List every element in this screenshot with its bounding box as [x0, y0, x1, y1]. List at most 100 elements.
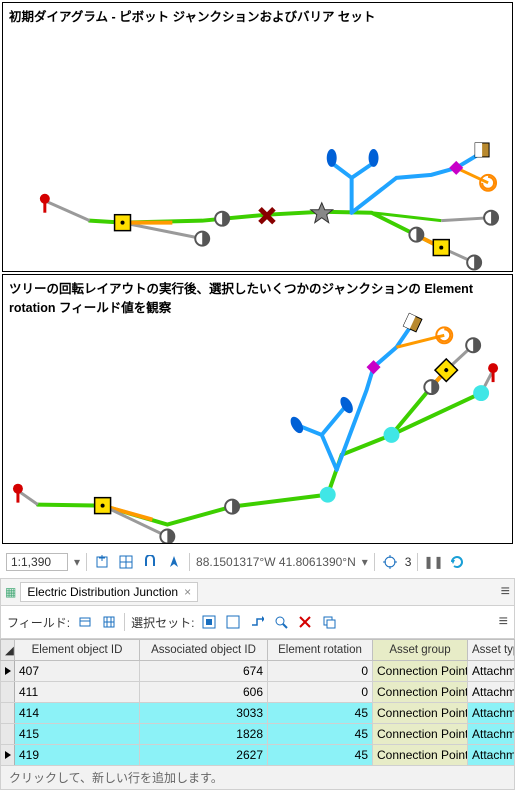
cell-aoid[interactable]: 1828: [140, 724, 268, 745]
cell-agroup[interactable]: Connection Point: [373, 682, 468, 703]
selection-target-icon[interactable]: [381, 553, 399, 571]
copy-selection-icon[interactable]: [320, 613, 338, 631]
switch-selection-icon[interactable]: [248, 613, 266, 631]
separator: [374, 553, 375, 571]
cell-erot[interactable]: 45: [268, 703, 373, 724]
table-row[interactable]: 415182845Connection PointAttachment: [1, 724, 515, 745]
table-add-row-hint[interactable]: クリックして、新しい行を追加します。: [0, 766, 515, 790]
tab-label: Electric Distribution Junction: [27, 585, 178, 599]
attribute-table-tabs: ▦ Electric Distribution Junction × ≡: [0, 579, 515, 606]
blue-cap-1: [288, 415, 306, 436]
cell-eoid[interactable]: 415: [15, 724, 140, 745]
gray-spur-2: [45, 201, 90, 221]
cell-atype[interactable]: Attachment: [468, 745, 515, 766]
half-circle-1: [160, 530, 174, 543]
selection-set-label: 選択セット:: [131, 614, 194, 631]
gray-spur-1: [18, 491, 38, 505]
grid-toggle-icon[interactable]: [117, 553, 135, 571]
brown-panel-icon: [475, 143, 489, 157]
add-bookmark-icon[interactable]: [93, 553, 111, 571]
cell-atype[interactable]: Attachment: [468, 724, 515, 745]
table-row[interactable]: 4076740Connection PointAttachment: [1, 661, 515, 682]
clear-selection-icon[interactable]: [224, 613, 242, 631]
field-label: フィールド:: [7, 614, 70, 631]
half-circle-2: [215, 212, 229, 226]
pivot-star-icon: [311, 203, 333, 223]
coordinates-readout: 88.1501317°W 41.8061390°N: [196, 555, 356, 569]
zoom-selection-icon[interactable]: [272, 613, 290, 631]
half-circle-3: [409, 228, 423, 242]
cell-aoid[interactable]: 606: [140, 682, 268, 703]
cell-eoid[interactable]: 411: [15, 682, 140, 703]
cell-agroup[interactable]: Connection Point: [373, 745, 468, 766]
map-status-bar: 1:1,390 ▾ 88.1501317°W 41.8061390°N ▾ 3 …: [0, 546, 515, 579]
cell-atype[interactable]: Attachment: [468, 682, 515, 703]
scale-dropdown-icon[interactable]: ▾: [74, 555, 80, 569]
diagram-panel-rotated: ツリーの回転レイアウトの実行後、選択したいくつかのジャンクションの Elemen…: [2, 274, 513, 544]
delete-selection-icon[interactable]: [296, 613, 314, 631]
separator: [417, 553, 418, 571]
col-element-object-id[interactable]: Element object ID: [15, 640, 140, 661]
field-toolbar: フィールド: 選択セット: ≡: [0, 606, 515, 639]
half-circle-2: [225, 500, 239, 514]
half-circle-1: [195, 232, 209, 246]
row-header[interactable]: [1, 661, 15, 682]
col-asset-group[interactable]: Asset group: [373, 640, 468, 661]
blue-branch-2: [322, 405, 347, 435]
tab-electric-distribution-junction[interactable]: Electric Distribution Junction ×: [20, 582, 198, 602]
row-header[interactable]: [1, 703, 15, 724]
col-element-rotation[interactable]: Element rotation: [268, 640, 373, 661]
separator: [86, 553, 87, 571]
cell-aoid[interactable]: 3033: [140, 703, 268, 724]
refresh-icon[interactable]: [448, 553, 466, 571]
cell-erot[interactable]: 0: [268, 682, 373, 703]
close-icon[interactable]: ×: [184, 585, 191, 599]
cell-agroup[interactable]: Connection Point: [373, 724, 468, 745]
table-row[interactable]: 419262745Connection PointAttachment: [1, 745, 515, 766]
blue-cap-2: [369, 149, 379, 167]
col-asset-type[interactable]: Asset type: [468, 640, 515, 661]
attribute-table[interactable]: ◢ Element object ID Associated object ID…: [0, 639, 515, 766]
field-add-icon[interactable]: [76, 613, 94, 631]
table-row[interactable]: 4116060Connection PointAttachment: [1, 682, 515, 703]
snap-icon[interactable]: [141, 553, 159, 571]
row-header[interactable]: [1, 745, 15, 766]
half-circle-4: [484, 211, 498, 225]
row-header[interactable]: [1, 682, 15, 703]
blue-branch-2: [352, 163, 374, 178]
cell-erot[interactable]: 45: [268, 724, 373, 745]
row-header[interactable]: [1, 724, 15, 745]
cell-atype[interactable]: Attachment: [468, 661, 515, 682]
cell-eoid[interactable]: 407: [15, 661, 140, 682]
table-header-row: ◢ Element object ID Associated object ID…: [1, 640, 515, 661]
row-header-corner[interactable]: ◢: [1, 640, 15, 661]
select-all-icon[interactable]: [200, 613, 218, 631]
table-row[interactable]: 414303345Connection PointAttachment: [1, 703, 515, 724]
cell-atype[interactable]: Attachment: [468, 703, 515, 724]
coords-dropdown-icon[interactable]: ▾: [362, 555, 368, 569]
pause-icon[interactable]: ❚❚: [424, 553, 442, 571]
cell-agroup[interactable]: Connection Point: [373, 661, 468, 682]
cell-aoid[interactable]: 2627: [140, 745, 268, 766]
cell-aoid[interactable]: 674: [140, 661, 268, 682]
cell-agroup[interactable]: Connection Point: [373, 703, 468, 724]
yellow-junction-2: [433, 240, 449, 256]
half-circle-3: [424, 380, 438, 394]
col-associated-object-id[interactable]: Associated object ID: [140, 640, 268, 661]
field-calc-icon[interactable]: [100, 613, 118, 631]
gray-spur-1: [123, 223, 203, 239]
blue-branch-1: [297, 425, 337, 470]
half-circle-5: [467, 256, 481, 270]
north-arrow-icon[interactable]: [165, 553, 183, 571]
blue-cap-1: [327, 149, 337, 167]
tab-menu-icon[interactable]: ≡: [501, 583, 510, 601]
brown-panel-icon: [403, 313, 422, 332]
cell-eoid[interactable]: 419: [15, 745, 140, 766]
scale-input[interactable]: 1:1,390: [6, 553, 68, 571]
cell-erot[interactable]: 45: [268, 745, 373, 766]
separator: [189, 553, 190, 571]
diagram-initial-svg: [3, 3, 512, 271]
field-menu-icon[interactable]: ≡: [499, 613, 508, 631]
cell-erot[interactable]: 0: [268, 661, 373, 682]
cell-eoid[interactable]: 414: [15, 703, 140, 724]
